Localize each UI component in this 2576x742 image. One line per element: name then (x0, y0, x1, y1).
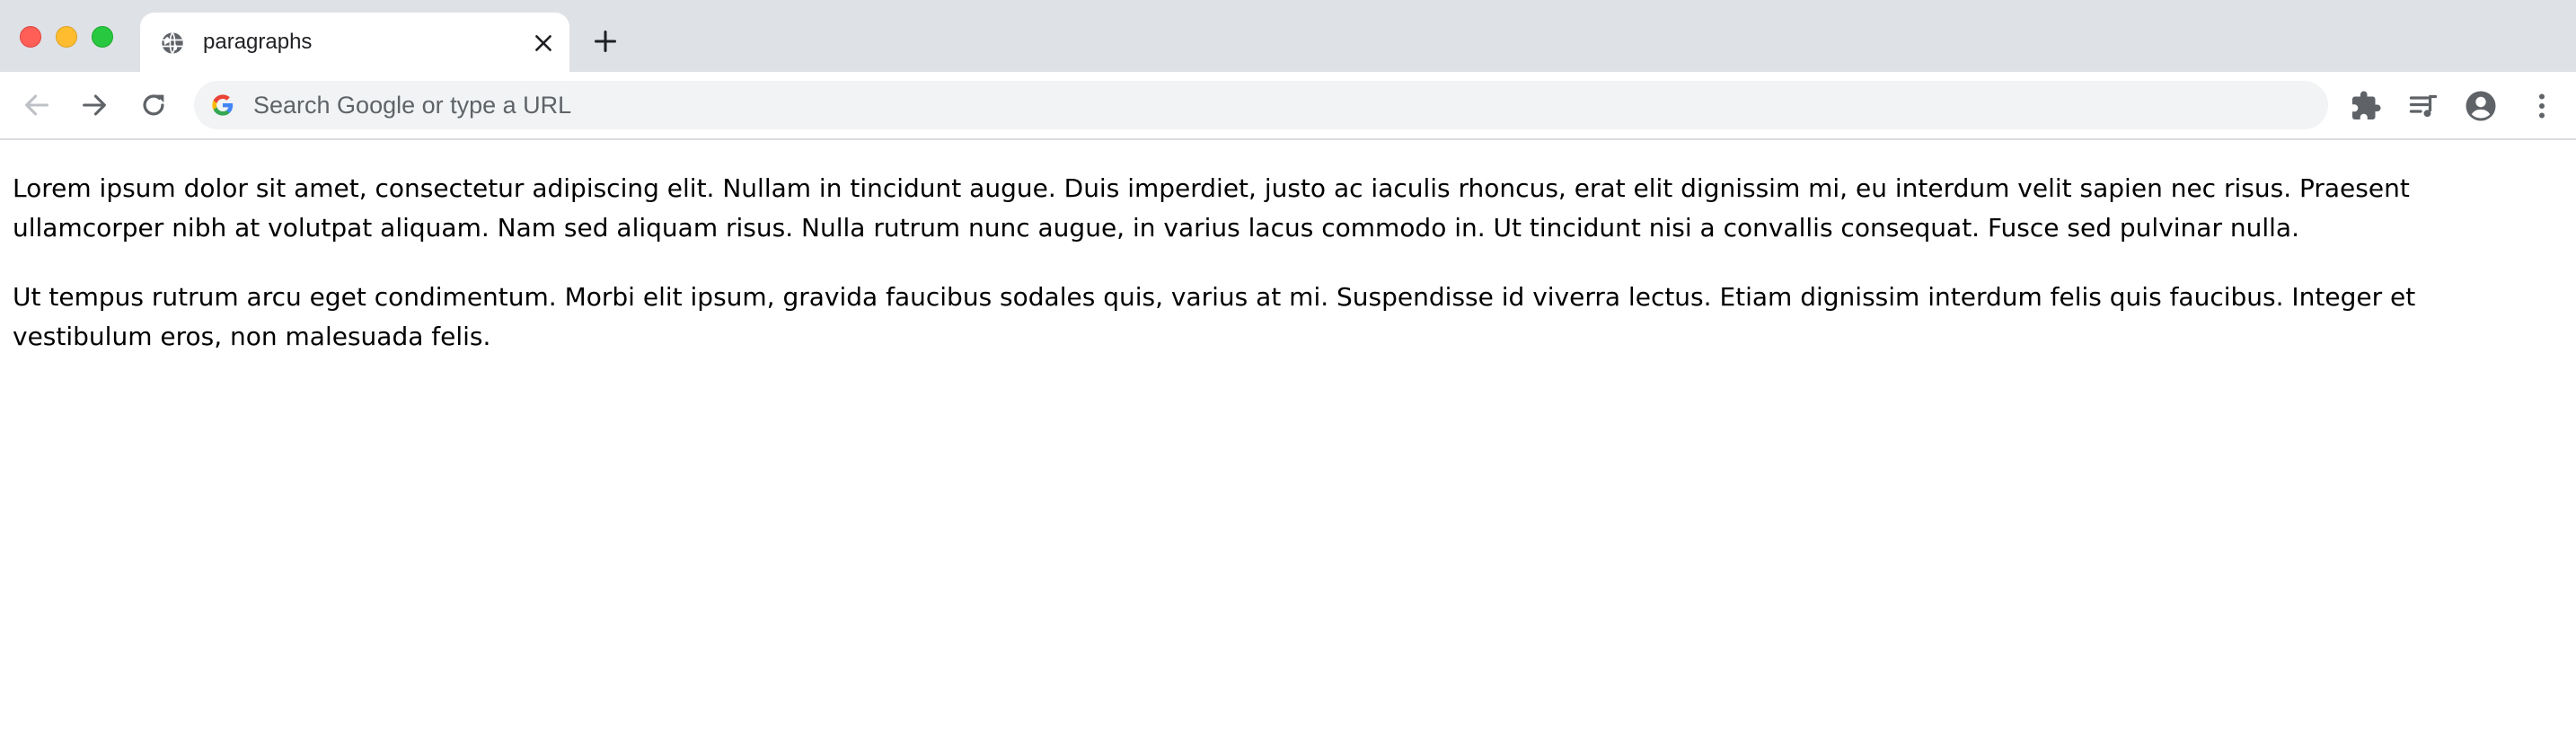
globe-icon (162, 31, 183, 55)
window-minimize-button[interactable] (56, 26, 77, 48)
address-bar-input[interactable] (253, 81, 2301, 129)
puzzle-icon[interactable] (2350, 90, 2382, 122)
tab-active[interactable]: paragraphs (140, 13, 569, 72)
plus-icon[interactable] (593, 29, 618, 54)
browser-window: paragraphs Search Google or type a URL L… (0, 0, 2576, 742)
paragraph-1: Lorem ipsum dolor sit amet, consectetur … (13, 173, 2410, 243)
account-circle-icon[interactable] (2465, 90, 2497, 122)
window-maximize-button[interactable] (92, 26, 113, 48)
tab-strip: paragraphs (0, 0, 2576, 72)
close-icon[interactable] (532, 31, 555, 55)
paragraph-2: Ut tempus rutrum arcu eget condimentum. … (13, 282, 2416, 351)
google-logo-icon (212, 94, 234, 116)
forward-arrow-icon[interactable] (79, 90, 110, 120)
page-content: Lorem ipsum dolor sit amet, consectetur … (0, 140, 2576, 742)
media-queue-icon[interactable] (2407, 90, 2439, 122)
back-arrow-icon[interactable] (22, 90, 52, 120)
tab-title: paragraphs (203, 30, 313, 54)
kebab-menu-icon[interactable] (2526, 90, 2558, 122)
omnibox[interactable] (194, 81, 2328, 129)
reload-icon[interactable] (138, 90, 169, 120)
window-close-button[interactable] (20, 26, 41, 48)
browser-toolbar (0, 72, 2576, 140)
